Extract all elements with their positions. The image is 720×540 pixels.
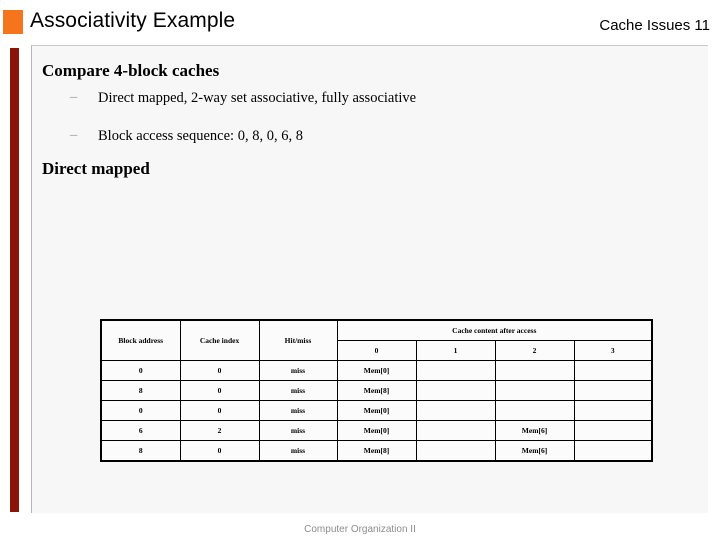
cell-cache-way-0: Mem[0] — [336, 420, 417, 441]
dash-bullet-icon: – — [70, 127, 78, 143]
cell-cache-way-2: Mem[6] — [494, 440, 575, 462]
heading-compare-caches: Compare 4-block caches — [42, 61, 220, 80]
cell-hit-miss: miss — [258, 420, 338, 441]
left-accent-bar — [10, 48, 19, 512]
cell-cache-index: 0 — [179, 380, 260, 401]
cell-cache-way-3 — [573, 420, 654, 441]
cell-cache-way-3 — [573, 360, 654, 381]
cell-hit-miss: miss — [258, 440, 338, 462]
table-row: 6 2 miss Mem[0] Mem[6] — [100, 420, 654, 441]
slide-footer: Computer Organization II — [304, 524, 416, 535]
dash-bullet-icon: – — [70, 89, 78, 105]
cell-cache-index: 0 — [179, 360, 260, 381]
cell-cache-way-1 — [415, 380, 496, 401]
slide-content-panel: Compare 4-block caches – Direct mapped, … — [31, 45, 708, 513]
col-header-cache-content: Cache content after access — [336, 319, 654, 341]
table-row: 8 0 miss Mem[8] Mem[6] — [100, 440, 654, 462]
cell-cache-way-1 — [415, 420, 496, 441]
col-header-block-address: Block address — [100, 319, 181, 361]
table-row: 8 0 miss Mem[8] — [100, 380, 654, 401]
cell-cache-index: 2 — [179, 420, 260, 441]
table-row: 0 0 miss Mem[0] — [100, 360, 654, 381]
subcol-header-3: 3 — [573, 340, 654, 361]
cell-cache-way-0: Mem[0] — [336, 360, 417, 381]
col-header-hit-miss: Hit/miss — [258, 319, 338, 361]
cell-cache-way-1 — [415, 400, 496, 421]
cache-trace-table: Block address Cache index Hit/miss Cache… — [100, 319, 654, 462]
col-header-cache-index: Cache index — [179, 319, 260, 361]
subcol-header-0: 0 — [336, 340, 417, 361]
orange-square-icon — [3, 10, 23, 34]
cell-cache-way-3 — [573, 380, 654, 401]
list-item-label: Block access sequence: 0, 8, 0, 6, 8 — [98, 128, 303, 144]
table-row: 0 0 miss Mem[0] — [100, 400, 654, 421]
cell-block-address: 8 — [100, 380, 181, 401]
table-header-row: Block address Cache index Hit/miss Cache… — [100, 319, 654, 361]
cell-cache-way-0: Mem[8] — [336, 380, 417, 401]
cell-cache-way-2 — [494, 400, 575, 421]
cell-cache-way-1 — [415, 440, 496, 462]
cell-cache-way-0: Mem[8] — [336, 440, 417, 462]
cell-hit-miss: miss — [258, 360, 338, 381]
cell-cache-index: 0 — [179, 400, 260, 421]
list-item-label: Direct mapped, 2-way set associative, fu… — [98, 90, 417, 106]
heading-direct-mapped: Direct mapped — [42, 159, 150, 178]
page-title: Associativity Example — [30, 9, 236, 32]
cell-block-address: 0 — [100, 400, 181, 421]
table-body: 0 0 miss Mem[0] 8 0 miss Mem[8] 0 0 miss Mem[0] 6 2 mi… — [100, 360, 654, 462]
cell-block-address: 0 — [100, 360, 181, 381]
cell-cache-way-2: Mem[6] — [494, 420, 575, 441]
cell-cache-way-1 — [415, 360, 496, 381]
cell-cache-way-0: Mem[0] — [336, 400, 417, 421]
cell-cache-way-3 — [573, 440, 654, 462]
slide-header: Associativity Example Cache Issues 11 — [0, 0, 720, 44]
subcol-header-1: 1 — [415, 340, 496, 361]
cell-block-address: 8 — [100, 440, 181, 462]
header-right-label: Cache Issues 11 — [599, 17, 710, 34]
subcol-header-2: 2 — [494, 340, 575, 361]
cell-hit-miss: miss — [258, 380, 338, 401]
cell-cache-way-3 — [573, 400, 654, 421]
cell-block-address: 6 — [100, 420, 181, 441]
cell-hit-miss: miss — [258, 400, 338, 421]
cell-cache-way-2 — [494, 380, 575, 401]
cell-cache-index: 0 — [179, 440, 260, 462]
cell-cache-way-2 — [494, 360, 575, 381]
